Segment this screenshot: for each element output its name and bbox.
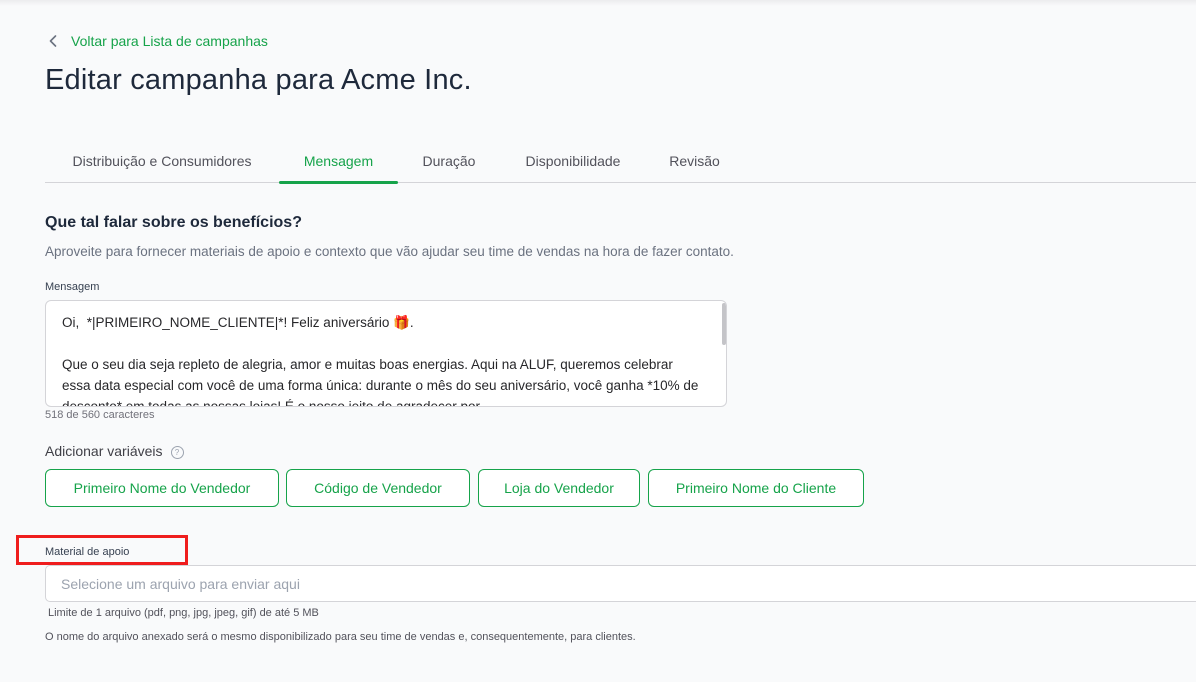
variable-button-primeiro-nome-cliente[interactable]: Primeiro Nome do Cliente [648,469,864,507]
message-label: Mensagem [45,281,100,293]
chevron-left-icon [49,35,57,47]
file-upload-placeholder: Selecione um arquivo para enviar aqui [61,575,300,592]
message-scrollbar[interactable] [722,303,726,345]
section-description: Aproveite para fornecer materiais de apo… [45,244,734,259]
message-text[interactable]: Oi, *|PRIMEIRO_NOME_CLIENTE|*! Feliz ani… [46,301,718,406]
variable-button-codigo-vendedor[interactable]: Código de Vendedor [286,469,470,507]
character-counter: 518 de 560 caracteres [45,409,155,421]
tab-duracao[interactable]: Duração [398,146,500,182]
tab-mensagem[interactable]: Mensagem [279,146,398,184]
variables-label-row: Adicionar variáveis ? [45,443,184,459]
variable-button-loja-vendedor[interactable]: Loja do Vendedor [478,469,640,507]
highlight-box [16,535,188,565]
tab-distribuicao[interactable]: Distribuição e Consumidores [45,146,279,182]
variables-label: Adicionar variáveis [45,443,163,459]
variable-button-primeiro-nome-vendedor[interactable]: Primeiro Nome do Vendedor [45,469,279,507]
back-link[interactable]: Voltar para Lista de campanhas [49,33,268,49]
tab-bar: Distribuição e Consumidores Mensagem Dur… [45,146,1196,184]
file-upload-input[interactable]: Selecione um arquivo para enviar aqui [45,565,1196,602]
help-icon[interactable]: ? [170,445,184,459]
back-link-label: Voltar para Lista de campanhas [71,33,268,49]
section-title: Que tal falar sobre os benefícios? [45,214,302,231]
file-limit-hint: Limite de 1 arquivo (pdf, png, jpg, jpeg… [48,607,319,619]
top-shadow [0,0,1196,6]
tab-disponibilidade[interactable]: Disponibilidade [500,146,646,182]
tab-revisao[interactable]: Revisão [646,146,743,182]
file-name-note: O nome do arquivo anexado será o mesmo d… [45,631,636,643]
message-textarea[interactable]: Oi, *|PRIMEIRO_NOME_CLIENTE|*! Feliz ani… [45,300,727,407]
page-title: Editar campanha para Acme Inc. [45,64,472,96]
